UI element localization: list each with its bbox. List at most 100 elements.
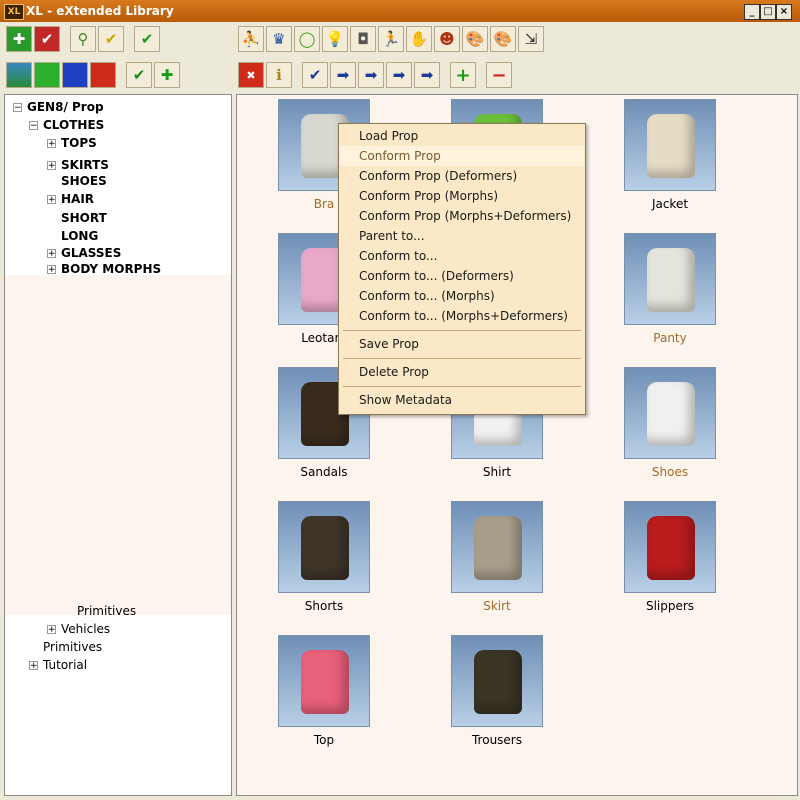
search-icon[interactable]: ⚲ bbox=[70, 26, 96, 52]
maximize-button[interactable]: □ bbox=[760, 4, 776, 20]
arrow-right-red-icon[interactable]: ➡ bbox=[358, 62, 384, 88]
item-caption[interactable]: Sandals bbox=[264, 465, 384, 479]
minimize-button[interactable]: _ bbox=[744, 4, 760, 20]
tree-expander[interactable]: + bbox=[47, 139, 56, 149]
hand-icon[interactable]: ✋ bbox=[406, 26, 432, 52]
folder-blue-icon[interactable] bbox=[62, 62, 88, 88]
menu-item[interactable]: Conform to... (Deformers) bbox=[340, 266, 584, 286]
toolbar-bottom: ✔ ✚ ✖ ℹ ✔ ➡ ➡ ➡ ➡ + − bbox=[0, 60, 800, 92]
tree-item[interactable]: HAIR bbox=[61, 191, 94, 207]
check-green-icon[interactable]: ✔ bbox=[134, 26, 160, 52]
item-caption[interactable]: Top bbox=[264, 733, 384, 747]
menu-item[interactable]: Conform Prop (Deformers) bbox=[340, 166, 584, 186]
menu-item[interactable]: Conform Prop (Morphs) bbox=[340, 186, 584, 206]
remove-red-icon[interactable]: − bbox=[486, 62, 512, 88]
check-blue-icon[interactable]: ✔ bbox=[302, 62, 328, 88]
tree-item[interactable]: Vehicles bbox=[61, 621, 110, 637]
arrow-right-icon[interactable]: ➡ bbox=[330, 62, 356, 88]
item-thumbnail[interactable] bbox=[624, 233, 716, 325]
app-icon: XL bbox=[4, 4, 24, 20]
camera-icon[interactable]: ◘ bbox=[350, 26, 376, 52]
arrow-right-3d-icon[interactable]: ➡ bbox=[386, 62, 412, 88]
menu-item[interactable]: Load Prop bbox=[340, 126, 584, 146]
menu-item[interactable]: Conform to... (Morphs) bbox=[340, 286, 584, 306]
item-caption[interactable]: Jacket bbox=[610, 197, 730, 211]
folder-blue-green-icon[interactable] bbox=[6, 62, 32, 88]
menu-item[interactable]: Parent to... bbox=[340, 226, 584, 246]
arrow-right-red-3d-icon[interactable]: ➡ bbox=[414, 62, 440, 88]
check-library-icon[interactable]: ✔ bbox=[34, 26, 60, 52]
tree-expander[interactable]: + bbox=[47, 195, 56, 205]
add-library-icon[interactable]: ✚ bbox=[6, 26, 32, 52]
menu-item[interactable]: Conform Prop bbox=[340, 146, 584, 166]
item-thumbnail[interactable] bbox=[624, 99, 716, 191]
tree-item[interactable]: SHOES bbox=[61, 173, 107, 189]
menu-item[interactable]: Conform to... bbox=[340, 246, 584, 266]
item-caption[interactable]: Skirt bbox=[437, 599, 557, 613]
palette-icon[interactable]: 🎨 bbox=[462, 26, 488, 52]
item-caption[interactable]: Shoes bbox=[610, 465, 730, 479]
pose-icon[interactable]: ♛ bbox=[266, 26, 292, 52]
item-caption[interactable]: Panty bbox=[610, 331, 730, 345]
expression-icon[interactable]: ◯ bbox=[294, 26, 320, 52]
tree-expander[interactable]: + bbox=[47, 161, 56, 171]
runner-icon[interactable]: 🏃 bbox=[378, 26, 404, 52]
item-thumbnail[interactable] bbox=[451, 501, 543, 593]
tree-expander[interactable]: − bbox=[29, 121, 38, 131]
item-thumbnail[interactable] bbox=[278, 501, 370, 593]
tree-item[interactable]: SKIRTS bbox=[61, 157, 109, 173]
menu-item[interactable]: Save Prop bbox=[340, 334, 584, 354]
tree-expander[interactable]: + bbox=[47, 625, 56, 635]
context-menu: Load Prop Conform Prop Conform Prop (Defor… bbox=[338, 123, 586, 415]
delete-red-icon[interactable]: ✖ bbox=[238, 62, 264, 88]
item-thumbnail[interactable] bbox=[624, 501, 716, 593]
close-button[interactable]: × bbox=[776, 4, 792, 20]
item-caption[interactable]: Shorts bbox=[264, 599, 384, 613]
tree-item[interactable]: Primitives bbox=[43, 639, 102, 655]
light-icon[interactable]: 💡 bbox=[322, 26, 348, 52]
item-caption[interactable]: Shirt bbox=[437, 465, 557, 479]
tree-item[interactable]: GEN8/ Prop bbox=[27, 99, 104, 115]
tree-expander[interactable]: + bbox=[47, 265, 56, 275]
library-tree: − GEN8/ Prop − CLOTHES + TOPS + SKIRTS SHOES + HAI… bbox=[4, 94, 232, 796]
tree-item[interactable]: Tutorial bbox=[43, 657, 87, 673]
item-preview bbox=[647, 248, 695, 312]
folder-green-icon[interactable] bbox=[34, 62, 60, 88]
menu-item[interactable]: Conform Prop (Morphs+Deformers) bbox=[340, 206, 584, 226]
item-preview bbox=[474, 516, 522, 580]
folder-red-icon[interactable] bbox=[90, 62, 116, 88]
figure-icon[interactable]: ⛹ bbox=[238, 26, 264, 52]
tree-item[interactable]: CLOTHES bbox=[43, 117, 104, 133]
add-green-icon[interactable]: + bbox=[450, 62, 476, 88]
menu-separator bbox=[343, 330, 581, 331]
menu-item[interactable]: Conform to... (Morphs+Deformers) bbox=[340, 306, 584, 326]
item-thumbnail[interactable] bbox=[451, 635, 543, 727]
tree-item[interactable]: Primitives bbox=[77, 603, 136, 619]
menu-separator bbox=[343, 386, 581, 387]
tree-expander[interactable]: − bbox=[13, 103, 22, 113]
item-caption[interactable]: Slippers bbox=[610, 599, 730, 613]
palette-alt-icon[interactable]: 🎨 bbox=[490, 26, 516, 52]
tree-item[interactable]: GLASSES bbox=[61, 245, 121, 261]
item-thumbnail[interactable] bbox=[624, 367, 716, 459]
exit-icon[interactable]: ⇲ bbox=[518, 26, 544, 52]
tree-item[interactable]: LONG bbox=[61, 228, 98, 244]
item-caption[interactable]: Trousers bbox=[437, 733, 557, 747]
tree-item[interactable]: BODY MORPHS bbox=[61, 261, 161, 277]
menu-separator bbox=[343, 358, 581, 359]
tree-item[interactable]: TOPS bbox=[61, 135, 97, 151]
tree-overlay bbox=[5, 275, 231, 615]
check-yellow-icon[interactable]: ✔ bbox=[126, 62, 152, 88]
check-yellow-icon[interactable]: ✔ bbox=[98, 26, 124, 52]
tree-expander[interactable]: + bbox=[47, 249, 56, 259]
menu-item[interactable]: Show Metadata bbox=[340, 390, 584, 410]
head-icon[interactable]: ☻ bbox=[434, 26, 460, 52]
item-preview bbox=[647, 114, 695, 178]
title-bar: XL XL - eXtended Library _ □ × bbox=[0, 0, 800, 22]
menu-item[interactable]: Delete Prop bbox=[340, 362, 584, 382]
item-thumbnail[interactable] bbox=[278, 635, 370, 727]
tree-item[interactable]: SHORT bbox=[61, 210, 107, 226]
add-yellow-icon[interactable]: ✚ bbox=[154, 62, 180, 88]
info-icon[interactable]: ℹ bbox=[266, 62, 292, 88]
tree-expander[interactable]: + bbox=[29, 661, 38, 671]
